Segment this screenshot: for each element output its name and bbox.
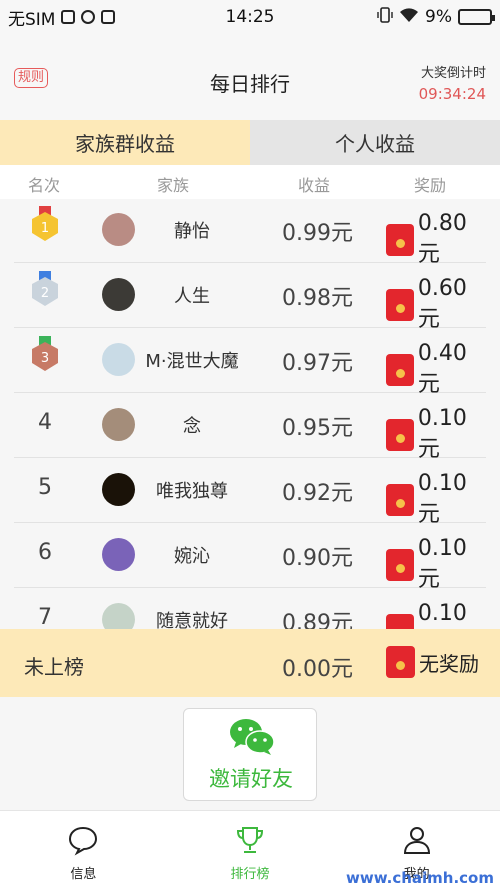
income-value: 0.92元 xyxy=(282,481,353,506)
silver-medal-icon: 2 xyxy=(32,271,58,306)
status-bar: 无SIM 14:25 9% xyxy=(0,0,500,34)
invite-friends-button[interactable]: 邀请好友 xyxy=(183,708,317,801)
family-name: 人生 xyxy=(174,286,210,307)
income-value: 0.99元 xyxy=(282,221,353,246)
bronze-medal-icon: 3 xyxy=(32,336,58,371)
rank-number: 7 xyxy=(38,605,52,629)
rank-number: 4 xyxy=(38,410,52,435)
avatar[interactable] xyxy=(102,603,135,629)
red-envelope-icon xyxy=(386,418,414,451)
battery-icon xyxy=(458,9,495,25)
avatar[interactable] xyxy=(102,343,135,376)
my-rank-label: 未上榜 xyxy=(24,655,84,679)
table-header: 名次 家族 收益 奖励 xyxy=(0,165,500,199)
column-rank: 名次 xyxy=(28,176,61,195)
countdown: 大奖倒计时 09:34:24 xyxy=(419,62,486,103)
avatar[interactable] xyxy=(102,538,135,571)
medal-number: 1 xyxy=(41,221,49,236)
countdown-label: 大奖倒计时 xyxy=(420,66,486,81)
countdown-time: 09:34:24 xyxy=(418,85,486,103)
rank-number: 5 xyxy=(38,475,52,500)
avatar[interactable] xyxy=(102,213,135,246)
user-icon xyxy=(403,827,430,854)
header: 规则 每日排行 大奖倒计时 09:34:24 xyxy=(0,34,500,120)
reward-value: 0.80元 xyxy=(417,211,467,267)
list-item[interactable]: 1 静怡 0.99元 0.80元 xyxy=(14,199,486,267)
reward: 0.60元 xyxy=(386,276,486,333)
nav-messages[interactable]: 信息 xyxy=(0,811,167,889)
vibrate-icon xyxy=(377,6,393,28)
income-value: 0.89元 xyxy=(282,611,353,629)
watermark: www.chaimh.com xyxy=(346,869,494,887)
reward-value: 0.40元 xyxy=(417,341,467,397)
red-envelope-icon xyxy=(386,353,414,386)
my-rank-bar: 未上榜 0.00元 无奖励 xyxy=(0,629,500,697)
reward: 0.10元 xyxy=(386,406,486,463)
income-value: 0.97元 xyxy=(282,351,353,376)
family-name: 念 xyxy=(183,416,201,437)
nav-messages-label: 信息 xyxy=(70,867,97,882)
list-item[interactable]: 3 M·混世大魔 0.97元 0.40元 xyxy=(14,329,486,397)
red-envelope-icon xyxy=(386,548,414,581)
ranking-list: 1 静怡 0.99元 0.80元 2 人生 0.98元 0.60元 3 M·混世… xyxy=(0,199,500,629)
avatar[interactable] xyxy=(102,408,135,441)
reward-value: 0.10元 xyxy=(417,601,467,626)
list-item[interactable]: 6 婉沁 0.90元 0.10元 xyxy=(14,524,486,592)
family-name: 随意就好 xyxy=(156,611,228,629)
medal-number: 2 xyxy=(41,286,49,301)
chat-bubble-icon xyxy=(69,826,98,856)
medal-number: 3 xyxy=(41,351,49,366)
red-envelope-icon xyxy=(386,223,414,256)
red-envelope-icon xyxy=(386,613,414,629)
family-name: 静怡 xyxy=(174,221,210,242)
avatar[interactable] xyxy=(102,473,135,506)
reward-value: 0.10元 xyxy=(417,471,467,527)
wechat-icon xyxy=(230,719,275,755)
wifi-icon xyxy=(399,7,419,28)
reward-value: 0.60元 xyxy=(417,276,467,332)
tab-bar: 家族群收益 个人收益 xyxy=(0,120,500,165)
income-value: 0.98元 xyxy=(282,286,353,311)
trophy-icon xyxy=(236,827,264,853)
family-name: 唯我独尊 xyxy=(156,481,228,502)
red-envelope-icon xyxy=(386,483,414,516)
tab-personal-income[interactable]: 个人收益 xyxy=(250,120,500,165)
family-name: M·混世大魔 xyxy=(145,351,239,372)
my-reward: 无奖励 xyxy=(386,646,479,678)
red-envelope-icon xyxy=(386,646,415,678)
reward-value: 0.10元 xyxy=(417,536,467,592)
reward: 0.40元 xyxy=(386,341,486,398)
list-item[interactable]: 4 念 0.95元 0.10元 xyxy=(14,394,486,462)
my-income: 0.00元 xyxy=(282,657,353,682)
avatar[interactable] xyxy=(102,278,135,311)
red-envelope-icon xyxy=(386,288,414,321)
list-item[interactable]: 5 唯我独尊 0.92元 0.10元 xyxy=(14,459,486,527)
column-reward: 奖励 xyxy=(414,176,447,195)
rank-number: 6 xyxy=(38,540,52,565)
list-item[interactable]: 7 随意就好 0.89元 0.10元 xyxy=(14,589,486,629)
reward: 0.10元 xyxy=(386,601,486,629)
income-value: 0.90元 xyxy=(282,546,353,571)
my-reward-value: 无奖励 xyxy=(419,651,479,676)
gold-medal-icon: 1 xyxy=(32,206,58,241)
list-item[interactable]: 2 人生 0.98元 0.60元 xyxy=(14,264,486,332)
column-income: 收益 xyxy=(298,176,331,195)
reward: 0.10元 xyxy=(386,536,486,593)
column-family: 家族 xyxy=(157,176,190,195)
reward-value: 0.10元 xyxy=(417,406,467,462)
income-value: 0.95元 xyxy=(282,416,353,441)
reward: 0.10元 xyxy=(386,471,486,528)
battery-percent: 9% xyxy=(425,7,452,27)
invite-label: 邀请好友 xyxy=(209,767,293,791)
family-name: 婉沁 xyxy=(174,546,210,567)
nav-ranking[interactable]: 排行榜 xyxy=(167,811,334,889)
tab-family-income[interactable]: 家族群收益 xyxy=(0,120,250,165)
nav-ranking-label: 排行榜 xyxy=(230,867,270,882)
reward: 0.80元 xyxy=(386,211,486,268)
